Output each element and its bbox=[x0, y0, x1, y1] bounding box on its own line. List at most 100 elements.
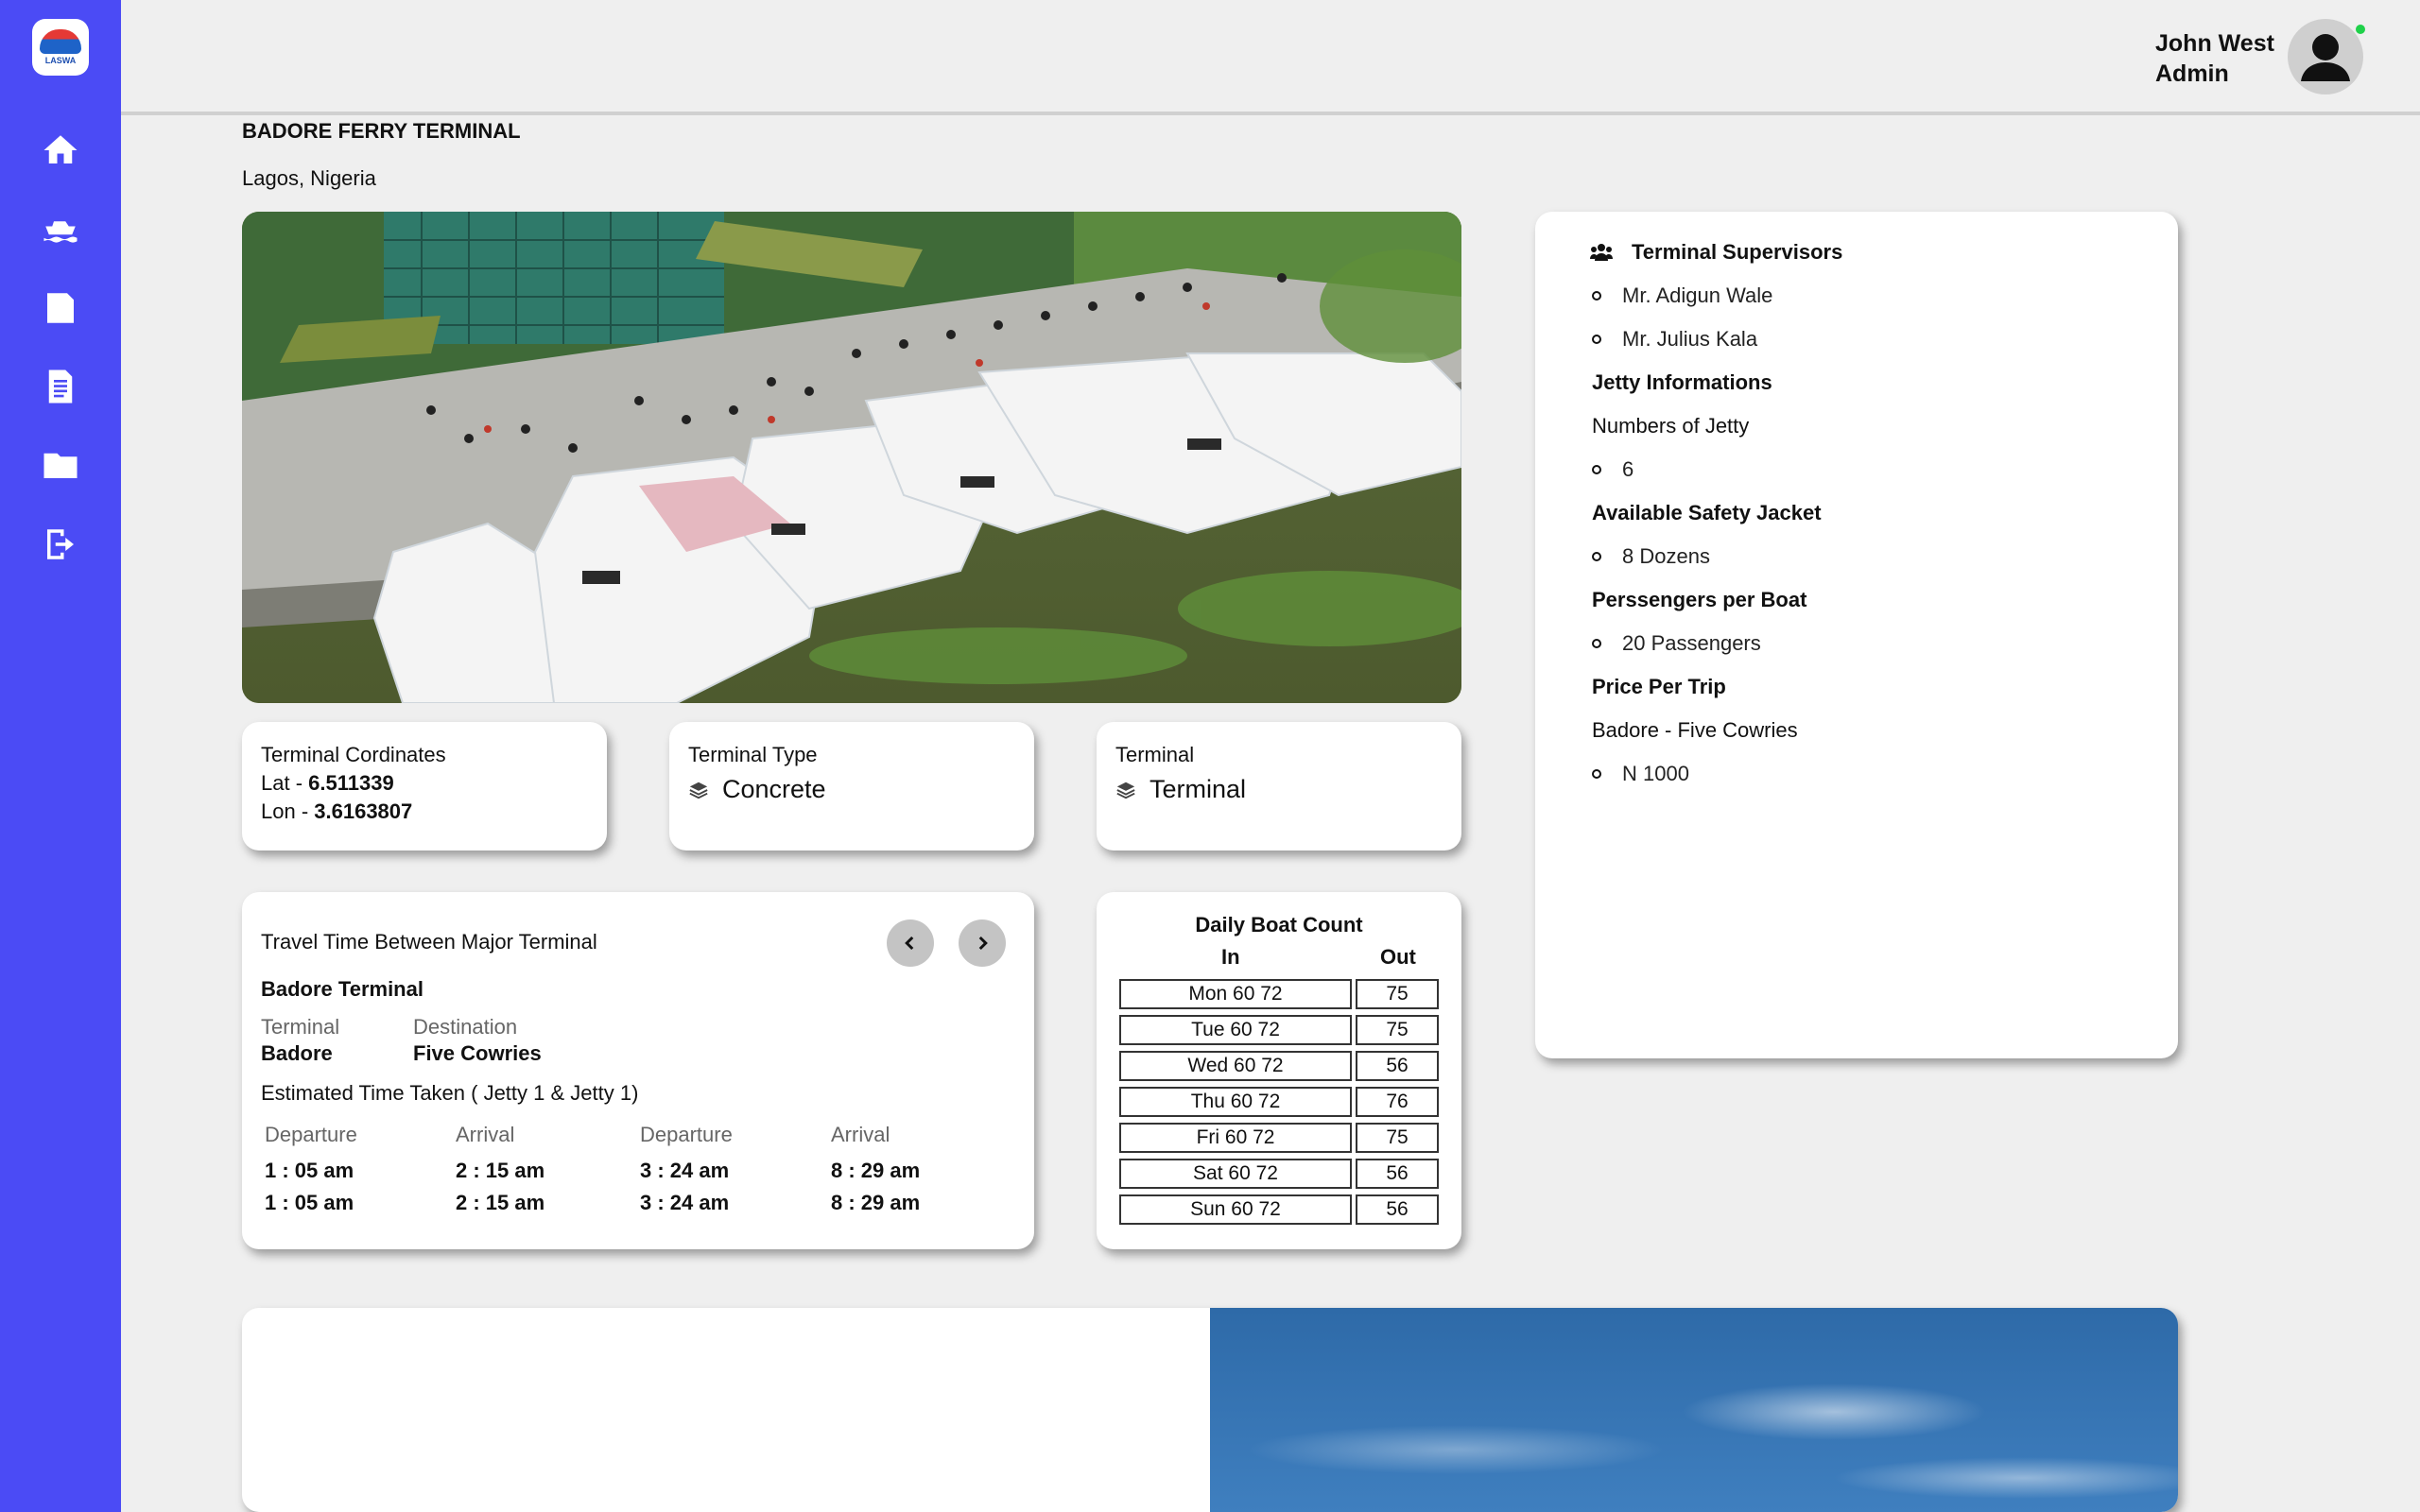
user-name: John West bbox=[2155, 30, 2274, 57]
layers-icon bbox=[689, 782, 708, 799]
travel-time-card: Travel Time Between Major Terminal Bador… bbox=[242, 892, 1034, 1249]
terminal-photo-illustration bbox=[242, 212, 1461, 703]
ticket-icon bbox=[47, 293, 74, 323]
boat-count-day-cell: Fri 60 72 bbox=[1119, 1123, 1352, 1153]
schedule-cell: 1 : 05 am bbox=[265, 1191, 354, 1214]
coordinates-label: Terminal Cordinates bbox=[261, 743, 446, 766]
prev-button[interactable] bbox=[887, 919, 934, 967]
longitude-row: Lon - 3.6163807 bbox=[261, 799, 446, 824]
boat-count-out-cell: 75 bbox=[1356, 1123, 1439, 1153]
sidebar-item-reports[interactable] bbox=[37, 363, 84, 410]
bullet bbox=[1592, 552, 1601, 561]
top-bar bbox=[121, 0, 2420, 115]
terminal-value-row: Terminal bbox=[1115, 775, 1246, 804]
bullet bbox=[1592, 639, 1601, 648]
travel-terminal-label: Terminal bbox=[261, 1015, 340, 1039]
document-icon bbox=[48, 369, 73, 404]
schedule-cell: 8 : 29 am bbox=[831, 1191, 921, 1214]
terminal-card: Terminal Terminal bbox=[1097, 722, 1461, 850]
schedule-cell: 3 : 24 am bbox=[640, 1191, 730, 1214]
schedule-header: Departure bbox=[265, 1123, 357, 1146]
next-button[interactable] bbox=[959, 919, 1006, 967]
boat-count-day-cell: Wed 60 72 bbox=[1119, 1051, 1352, 1081]
bullet bbox=[1592, 291, 1601, 301]
safety-value: 8 Dozens bbox=[1622, 544, 1710, 568]
terminal-type-label: Terminal Type bbox=[688, 743, 818, 766]
travel-estimate-label: Estimated Time Taken ( Jetty 1 & Jetty 1… bbox=[261, 1081, 639, 1105]
folder-icon bbox=[43, 453, 78, 478]
online-status-dot bbox=[2354, 23, 2367, 36]
latitude-label: Lat - bbox=[261, 771, 309, 795]
supervisor-item: Mr. Julius Kala bbox=[1622, 327, 1758, 351]
supervisor-item: Mr. Adigun Wale bbox=[1622, 284, 1773, 307]
terminal-photo bbox=[242, 212, 1461, 703]
boat-count-col-out: Out bbox=[1380, 945, 1416, 969]
home-icon bbox=[43, 135, 78, 163]
schedule-header: Arrival bbox=[456, 1123, 515, 1146]
travel-time-title: Travel Time Between Major Terminal bbox=[261, 930, 597, 954]
sidebar-item-files[interactable] bbox=[37, 441, 84, 489]
boat-count-day-cell: Tue 60 72 bbox=[1119, 1015, 1352, 1045]
sidebar-item-tickets[interactable] bbox=[37, 284, 84, 332]
bullet bbox=[1592, 465, 1601, 474]
schedule-header: Departure bbox=[640, 1123, 733, 1146]
sidebar: LASWA bbox=[0, 0, 121, 1512]
travel-destination-value: Five Cowries bbox=[413, 1041, 542, 1065]
travel-destination-label: Destination bbox=[413, 1015, 518, 1039]
terminal-type-value-row: Concrete bbox=[688, 775, 826, 804]
boat-count-out-cell: 75 bbox=[1356, 1015, 1439, 1045]
boat-count-day-cell: Sat 60 72 bbox=[1119, 1159, 1352, 1189]
sidebar-item-ferries[interactable] bbox=[37, 206, 84, 253]
terminal-label: Terminal bbox=[1115, 743, 1195, 766]
travel-terminal-value: Badore bbox=[261, 1041, 333, 1065]
coordinates-card: Terminal Cordinates Lat - 6.511339 Lon -… bbox=[242, 722, 607, 850]
longitude-value: 3.6163807 bbox=[314, 799, 413, 823]
boat-count-out-cell: 75 bbox=[1356, 979, 1439, 1009]
chevron-right-icon bbox=[978, 936, 988, 951]
jetty-title: Jetty Informations bbox=[1592, 370, 1772, 394]
longitude-label: Lon - bbox=[261, 799, 315, 823]
user-role: Admin bbox=[2155, 60, 2229, 87]
user-avatar-icon bbox=[2301, 34, 2350, 81]
boat-count-out-cell: 76 bbox=[1356, 1087, 1439, 1117]
jetty-subtitle: Numbers of Jetty bbox=[1592, 414, 1750, 438]
boat-count-title: Daily Boat Count bbox=[1195, 913, 1363, 936]
page-title: BADORE FERRY TERMINAL bbox=[242, 119, 521, 143]
schedule-cell: 2 : 15 am bbox=[456, 1159, 545, 1182]
terminal-info-card: Terminal Supervisors Mr. Adigun Wale Mr.… bbox=[1535, 212, 2178, 1058]
boat-count-out-cell: 56 bbox=[1356, 1194, 1439, 1225]
boat-count-day-cell: Sun 60 72 bbox=[1119, 1194, 1352, 1225]
latitude-value: 6.511339 bbox=[308, 771, 394, 795]
price-title: Price Per Trip bbox=[1592, 675, 1726, 698]
laswa-logo[interactable]: LASWA bbox=[32, 19, 89, 76]
bottom-section-card bbox=[242, 1308, 2178, 1512]
terminal-type-card: Terminal Type Concrete bbox=[669, 722, 1034, 850]
jetty-count: 6 bbox=[1622, 457, 1634, 481]
bullet bbox=[1592, 335, 1601, 344]
ferry-icon bbox=[43, 221, 78, 243]
latitude-row: Lat - 6.511339 bbox=[261, 771, 446, 796]
boat-count-card: Daily Boat Count In Out Mon 60 72 75 Tue 6… bbox=[1097, 892, 1461, 1249]
chevron-left-icon bbox=[905, 936, 914, 951]
price-route: Badore - Five Cowries bbox=[1592, 718, 1798, 742]
terminal-type-value: Concrete bbox=[722, 775, 826, 803]
layers-icon bbox=[1116, 782, 1135, 799]
schedule-cell: 3 : 24 am bbox=[640, 1159, 730, 1182]
boat-count-out-cell: 56 bbox=[1356, 1159, 1439, 1189]
page-subtitle: Lagos, Nigeria bbox=[242, 166, 376, 190]
logo-emblem bbox=[40, 29, 81, 54]
schedule-cell: 1 : 05 am bbox=[265, 1159, 354, 1182]
logo-text: LASWA bbox=[44, 56, 77, 65]
terminal-value: Terminal bbox=[1150, 775, 1247, 803]
logout-icon bbox=[47, 529, 74, 559]
passengers-value: 20 Passengers bbox=[1622, 631, 1761, 655]
sidebar-item-logout[interactable] bbox=[37, 521, 84, 568]
schedule-cell: 2 : 15 am bbox=[456, 1191, 545, 1214]
avatar[interactable] bbox=[2288, 19, 2363, 94]
users-icon bbox=[1590, 244, 1613, 261]
sidebar-item-home[interactable] bbox=[37, 127, 84, 174]
sky-photo bbox=[1210, 1308, 2178, 1512]
price-value: N 1000 bbox=[1622, 762, 1689, 785]
travel-terminal-name: Badore Terminal bbox=[261, 977, 424, 1001]
bullet bbox=[1592, 769, 1601, 779]
